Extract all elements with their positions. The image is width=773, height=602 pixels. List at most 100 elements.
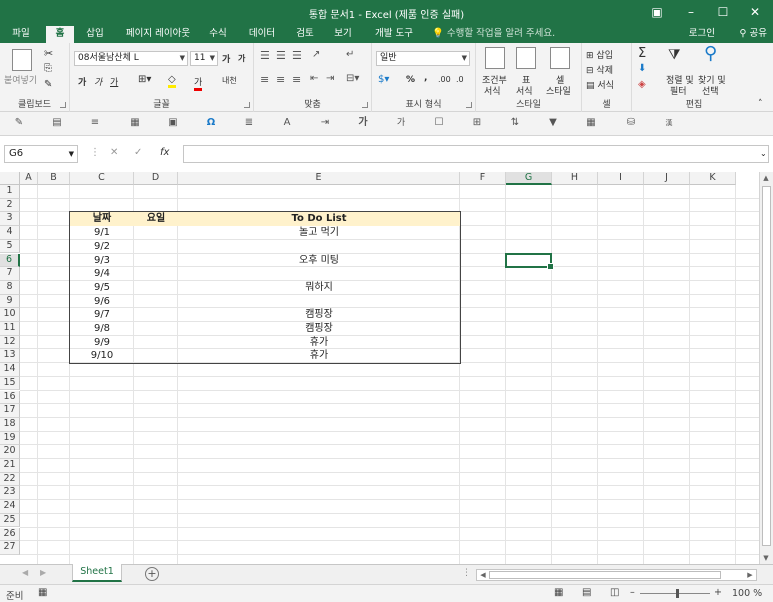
column-header-k[interactable]: K (690, 172, 736, 185)
font-color-icon[interactable]: A (280, 116, 294, 130)
cell-day[interactable] (134, 267, 178, 281)
cell-date[interactable]: 9/7 (70, 308, 134, 322)
row-header-23[interactable]: 23 (0, 486, 20, 501)
tab-page-layout[interactable]: 페이지 레이아웃 (118, 26, 198, 43)
orientation-icon[interactable]: ↗ (312, 49, 320, 60)
login-link[interactable]: 로그인 (689, 26, 715, 42)
worksheet-grid[interactable]: A B C D E F G H I J K 1 2 3 4 5 6 7 8 9 10 11 12 13 14 15 16 17 18 19… (0, 172, 759, 564)
align-icon[interactable]: ≡ (88, 116, 102, 130)
cell-day[interactable] (134, 226, 178, 240)
delete-cells-button[interactable]: ⊟ 삭제 (586, 63, 613, 76)
header-date[interactable]: 날짜 (70, 212, 134, 226)
border-grid-icon[interactable]: ⊞ (470, 116, 484, 130)
increase-indent-icon[interactable]: ⇥ (326, 73, 334, 84)
ribbon-display-icon[interactable]: ▣ (640, 0, 674, 26)
format-cells-button[interactable]: ▤ 서식 (586, 78, 614, 91)
cell-todo[interactable] (178, 267, 460, 281)
collapse-ribbon-icon[interactable]: ˄ (758, 99, 763, 109)
cell-date[interactable]: 9/10 (70, 349, 134, 363)
tab-insert[interactable]: 삽입 (80, 26, 110, 43)
share-button[interactable]: ⚲ 공유 (740, 26, 767, 42)
header-day[interactable]: 요일 (134, 212, 178, 226)
cell-date[interactable]: 9/3 (70, 254, 134, 268)
row-header-10[interactable]: 10 (0, 308, 20, 322)
cell-day[interactable] (134, 308, 178, 322)
page-break-view-icon[interactable]: ◫ (610, 587, 619, 598)
vertical-scroll-thumb[interactable] (762, 186, 771, 546)
fill-icon[interactable]: ⬇ (638, 63, 646, 74)
add-sheet-button[interactable]: + (145, 567, 159, 581)
cell-todo[interactable] (178, 295, 460, 309)
font-color-button[interactable]: 가 (194, 75, 203, 91)
wrap-text-icon[interactable]: ↵ (346, 49, 354, 60)
grid-icon[interactable]: ▦ (128, 116, 142, 130)
column-header-d[interactable]: D (134, 172, 178, 185)
row-header-22[interactable]: 22 (0, 472, 20, 487)
font-size-select[interactable]: 11 ▼ (190, 51, 218, 66)
cancel-icon[interactable]: ✕ (110, 147, 118, 158)
row-header-6[interactable]: 6 (0, 253, 20, 268)
bold-button[interactable]: 가 (78, 75, 86, 88)
cell-day[interactable] (134, 240, 178, 254)
tab-view[interactable]: 보기 (328, 26, 358, 43)
accounting-icon[interactable]: $▾ (378, 74, 389, 85)
split-handle-icon[interactable]: ⋮ (462, 568, 471, 578)
cell-todo[interactable]: 오후 미팅 (178, 254, 460, 268)
sort-icon[interactable]: ⇅ (508, 116, 522, 130)
tab-developer[interactable]: 개발 도구 (366, 26, 422, 43)
cell-date[interactable]: 9/1 (70, 226, 134, 240)
row-header-26[interactable]: 26 (0, 527, 20, 542)
zoom-in-button[interactable]: + (714, 587, 722, 598)
number-launcher-icon[interactable] (466, 102, 472, 108)
row-header-14[interactable]: 14 (0, 363, 20, 377)
cell-day[interactable] (134, 254, 178, 268)
filter-icon[interactable]: ▼ (546, 116, 560, 130)
decrease-indent-icon[interactable]: ⇤ (310, 73, 318, 84)
table-format-icon[interactable] (516, 47, 536, 69)
column-header-c[interactable]: C (70, 172, 134, 185)
enter-icon[interactable]: ✓ (134, 147, 142, 158)
row-header-16[interactable]: 16 (0, 390, 20, 405)
scroll-right-icon[interactable]: ▶ (744, 571, 756, 579)
cell-day[interactable] (134, 295, 178, 309)
row-header-18[interactable]: 18 (0, 417, 20, 432)
cell-day[interactable] (134, 281, 178, 295)
row-header-17[interactable]: 17 (0, 404, 20, 418)
formula-input[interactable] (183, 145, 769, 163)
conditional-format-icon[interactable] (485, 47, 505, 69)
row-header-2[interactable]: 2 (0, 198, 20, 213)
row-header-12[interactable]: 12 (0, 335, 20, 350)
border-icon[interactable]: ⊞▾ (138, 74, 151, 85)
page-layout-view-icon[interactable]: ▤ (582, 587, 591, 598)
merge-center-icon[interactable]: ⊟▾ (346, 73, 359, 84)
minimize-button[interactable]: – (674, 0, 708, 26)
indent-icon[interactable]: ⇥ (318, 116, 332, 130)
name-box[interactable]: G6 ▼ (4, 145, 78, 163)
percent-button[interactable]: % (406, 75, 415, 85)
row-header-3[interactable]: 3 (0, 212, 20, 227)
horizontal-scroll-thumb[interactable] (489, 571, 721, 579)
fill-color-icon[interactable]: ◇ (168, 74, 176, 88)
underline-button[interactable]: 가 (110, 75, 118, 88)
find-select-icon[interactable]: ⚲ (704, 43, 717, 64)
align-left-icon[interactable]: ≡ (260, 73, 269, 86)
row-header-25[interactable]: 25 (0, 513, 20, 528)
paste-button[interactable]: 붙여넣기 (4, 73, 37, 86)
insert-cells-button[interactable]: ⊞ 삽입 (586, 48, 613, 61)
align-right-icon[interactable]: ≡ (292, 73, 301, 86)
row-header-4[interactable]: 4 (0, 226, 20, 240)
zoom-slider-track[interactable] (640, 593, 710, 594)
cell-day[interactable] (134, 322, 178, 336)
header-todo[interactable]: To Do List (178, 212, 460, 226)
grow-font-icon[interactable]: 가 (356, 116, 370, 130)
row-header-19[interactable]: 19 (0, 431, 20, 446)
cell-todo[interactable]: 휴가 (178, 336, 460, 350)
comma-button[interactable]: , (424, 73, 427, 83)
column-header-h[interactable]: H (552, 172, 598, 185)
border-box-icon[interactable]: ☐ (432, 116, 446, 130)
number-format-select[interactable]: 일반 ▼ (376, 51, 470, 66)
scroll-left-icon[interactable]: ◀ (477, 571, 489, 579)
clear-icon[interactable]: ◈ (638, 79, 646, 90)
sheet-tab-sheet1[interactable]: Sheet1 (72, 564, 122, 582)
grow-font-button[interactable]: 가 (222, 52, 230, 65)
